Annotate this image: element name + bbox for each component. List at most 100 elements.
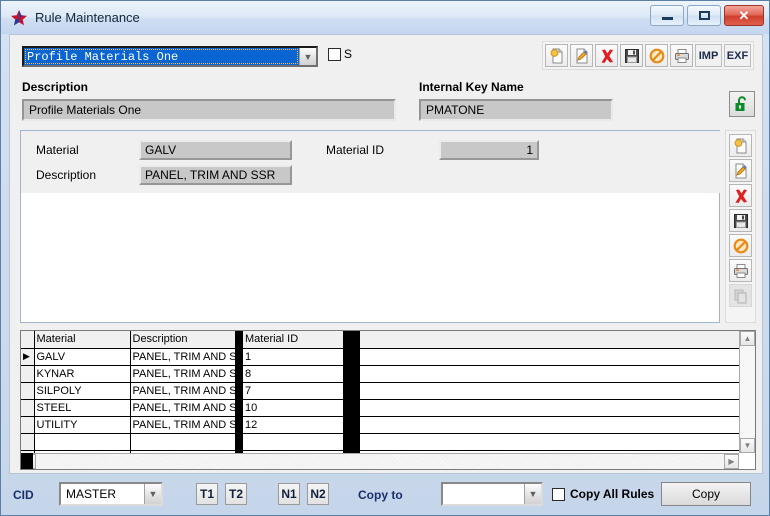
- cell-material[interactable]: UTILITY: [34, 416, 131, 434]
- cell-description[interactable]: [130, 433, 236, 451]
- detail-material-field[interactable]: GALV: [139, 140, 292, 160]
- detail-description-field[interactable]: PANEL, TRIM AND SSR: [139, 165, 292, 185]
- cancel-record-button[interactable]: [645, 44, 668, 67]
- row-selector-cell[interactable]: [21, 399, 35, 417]
- cell-material-id[interactable]: [243, 433, 344, 451]
- rule-maintenance-window: Rule Maintenance ✕ Profile Materials One…: [0, 0, 770, 516]
- close-button[interactable]: ✕: [724, 5, 764, 26]
- import-button[interactable]: IMP: [695, 44, 722, 67]
- delete-detail-button[interactable]: [729, 184, 752, 207]
- grid-body: ▶ GALV PANEL, TRIM AND S 1 KYNAR PANEL, TRIM …: [21, 348, 739, 453]
- column-divider-1: [235, 382, 243, 399]
- rule-select[interactable]: Profile Materials One ▼: [22, 46, 318, 67]
- n2-button[interactable]: N2: [307, 483, 329, 505]
- print-detail-button[interactable]: [729, 259, 752, 282]
- table-row[interactable]: KYNAR PANEL, TRIM AND S 8: [21, 365, 739, 383]
- cid-select[interactable]: MASTER ▼: [59, 482, 163, 506]
- internal-key-name-field[interactable]: PMATONE: [419, 99, 613, 121]
- grid-horizontal-scrollbar[interactable]: ◀ ▶: [21, 453, 739, 469]
- copy-to-select[interactable]: ▼: [441, 482, 543, 506]
- cell-material[interactable]: STEEL: [34, 399, 131, 417]
- cell-material-id[interactable]: 8: [243, 365, 344, 383]
- table-row[interactable]: UTILITY PANEL, TRIM AND S 12: [21, 416, 739, 434]
- row-selector-cell[interactable]: [21, 382, 35, 400]
- window-titlebar: Rule Maintenance ✕: [1, 1, 769, 34]
- cell-material[interactable]: GALV: [34, 348, 131, 366]
- row-selector-cell[interactable]: [21, 365, 35, 383]
- minimize-button[interactable]: [650, 5, 684, 26]
- chevron-down-icon[interactable]: ▼: [299, 48, 316, 65]
- table-row[interactable]: SILPOLY PANEL, TRIM AND S 7: [21, 382, 739, 400]
- t2-button[interactable]: T2: [225, 483, 247, 505]
- column-divider-1: [235, 331, 243, 348]
- cell-description[interactable]: PANEL, TRIM AND S: [130, 348, 236, 366]
- cell-material[interactable]: SILPOLY: [34, 382, 131, 400]
- cell-material-id[interactable]: 7: [243, 382, 344, 400]
- s-checkbox[interactable]: [328, 47, 341, 61]
- row-selector-cell[interactable]: [21, 433, 35, 451]
- column-header-material-id[interactable]: Material ID: [243, 331, 344, 349]
- table-row[interactable]: STEEL PANEL, TRIM AND S 10: [21, 399, 739, 417]
- unlock-button[interactable]: [729, 91, 755, 117]
- close-icon: ✕: [738, 8, 750, 23]
- new-page-icon: [550, 48, 562, 63]
- detail-material-id-field[interactable]: 1: [439, 140, 539, 160]
- copy-icon: [734, 289, 746, 303]
- cell-description[interactable]: PANEL, TRIM AND S: [130, 382, 236, 400]
- print-button[interactable]: [670, 44, 693, 67]
- new-record-button[interactable]: [545, 44, 568, 67]
- cell-filler: [360, 348, 739, 366]
- scroll-down-icon[interactable]: ▼: [740, 438, 755, 453]
- table-row[interactable]: [21, 433, 739, 451]
- cell-material[interactable]: [34, 433, 131, 451]
- cell-description[interactable]: PANEL, TRIM AND S: [130, 399, 236, 417]
- cell-filler: [360, 382, 739, 400]
- copy-detail-button: [729, 284, 752, 307]
- row-selector-cell[interactable]: [21, 416, 35, 434]
- grid-vertical-scrollbar[interactable]: ▲ ▼: [739, 331, 755, 453]
- cell-description[interactable]: PANEL, TRIM AND S: [130, 365, 236, 383]
- restore-button[interactable]: [687, 5, 721, 26]
- cell-description[interactable]: PANEL, TRIM AND S: [130, 416, 236, 434]
- edit-detail-button[interactable]: [729, 159, 752, 182]
- copy-all-rules-group[interactable]: Copy All Rules: [552, 487, 654, 501]
- row-selector-cell[interactable]: ▶: [21, 348, 35, 366]
- save-record-button[interactable]: [620, 44, 643, 67]
- column-divider-1: [235, 416, 243, 433]
- chevron-down-icon[interactable]: ▼: [144, 484, 161, 504]
- column-header-description[interactable]: Description: [130, 331, 236, 349]
- column-header-filler: [360, 331, 739, 349]
- cancel-detail-button[interactable]: [729, 234, 752, 257]
- cell-material-id[interactable]: 10: [243, 399, 344, 417]
- edit-record-button[interactable]: [570, 44, 593, 67]
- red-x-icon: [601, 49, 613, 63]
- materials-grid[interactable]: Material Description Material ID ▶ GALV PA…: [20, 330, 756, 470]
- table-row[interactable]: ▶ GALV PANEL, TRIM AND S 1: [21, 348, 739, 366]
- window-controls: ✕: [650, 5, 764, 26]
- n1-button[interactable]: N1: [278, 483, 300, 505]
- delete-record-button[interactable]: [595, 44, 618, 67]
- save-detail-button[interactable]: [729, 209, 752, 232]
- copy-all-rules-checkbox[interactable]: [552, 487, 565, 501]
- cell-filler: [360, 416, 739, 434]
- grid-viewport: Material Description Material ID ▶ GALV PA…: [21, 331, 739, 453]
- column-divider-1: [235, 433, 243, 450]
- scroll-up-icon[interactable]: ▲: [740, 331, 755, 346]
- description-label: Description: [22, 80, 89, 94]
- export-button[interactable]: EXF: [724, 44, 751, 67]
- copy-to-select-value: [443, 484, 524, 504]
- cell-material[interactable]: KYNAR: [34, 365, 131, 383]
- t1-button[interactable]: T1: [196, 483, 218, 505]
- prohibited-icon: [733, 238, 748, 253]
- cell-material-id[interactable]: 12: [243, 416, 344, 434]
- new-detail-button[interactable]: [729, 134, 752, 157]
- s-checkbox-group[interactable]: S: [328, 47, 352, 61]
- scroll-right-icon[interactable]: ▶: [724, 454, 739, 469]
- column-divider-1: [235, 365, 243, 382]
- copy-to-label: Copy to: [358, 488, 403, 502]
- chevron-down-icon[interactable]: ▼: [524, 484, 541, 504]
- description-field[interactable]: Profile Materials One: [22, 99, 396, 121]
- column-header-material[interactable]: Material: [34, 331, 131, 349]
- cell-material-id[interactable]: 1: [243, 348, 344, 366]
- copy-button[interactable]: Copy: [661, 482, 751, 506]
